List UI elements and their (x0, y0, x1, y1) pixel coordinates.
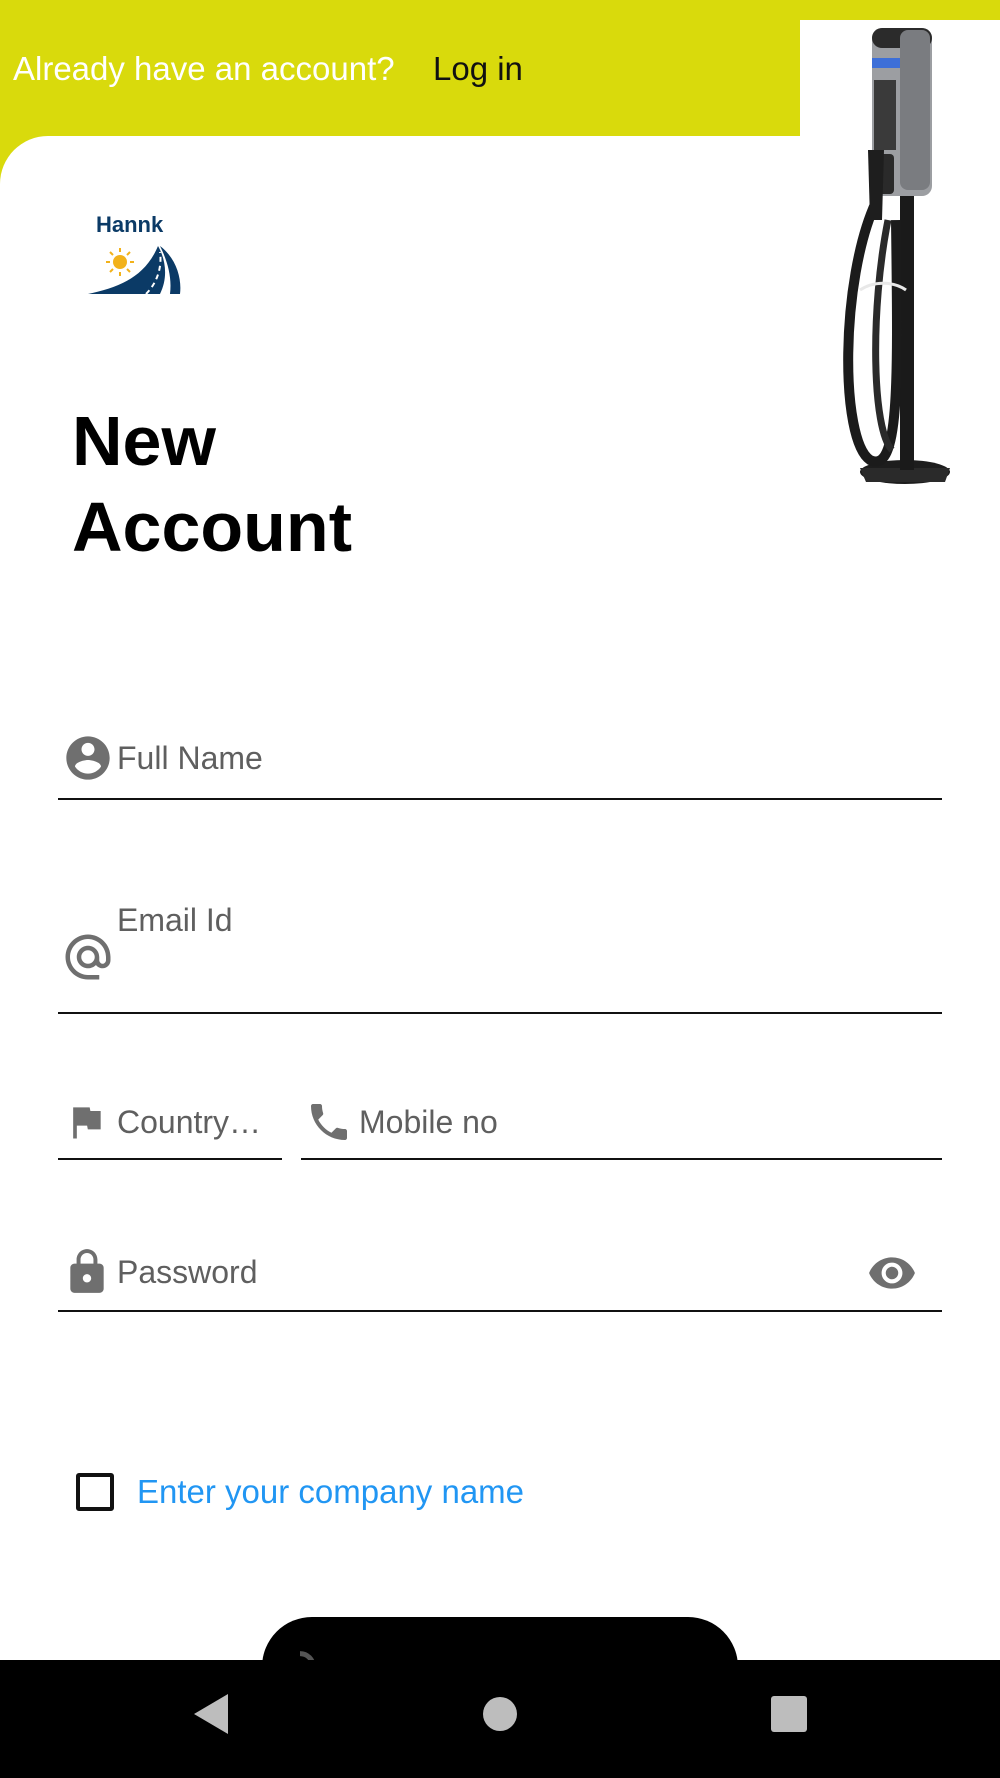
back-icon[interactable] (188, 1690, 232, 1738)
hannk-logo: Hannk (88, 212, 181, 295)
login-link[interactable]: Log in (433, 50, 523, 88)
country-placeholder: Country… (117, 1104, 262, 1140)
svg-text:Hannk: Hannk (96, 212, 164, 237)
account-circle-icon (66, 736, 110, 780)
company-checkbox-label[interactable]: Enter your company name (137, 1473, 524, 1511)
full-name-placeholder: Full Name (117, 740, 263, 776)
email-label: Email Id (117, 902, 233, 938)
lock-icon (70, 1249, 104, 1293)
mobile-underline (301, 1158, 942, 1160)
flag-icon (73, 1107, 101, 1139)
country-code-field[interactable]: Country… (58, 1090, 282, 1160)
ev-charger-illustration (800, 20, 1000, 498)
full-name-field[interactable]: Full Name (58, 722, 942, 800)
mobile-field[interactable]: Mobile no (301, 1090, 942, 1160)
system-navigation-bar (0, 1660, 1000, 1778)
page-title-line2: Account (72, 488, 352, 566)
email-underline (58, 1012, 942, 1014)
email-field[interactable]: Email Id (58, 896, 942, 1014)
at-sign-icon (65, 934, 111, 980)
page-title: New Account (72, 398, 352, 570)
password-placeholder: Password (117, 1254, 258, 1290)
password-field[interactable]: Password (58, 1238, 942, 1312)
page-title-line1: New (72, 402, 216, 480)
full-name-underline (58, 798, 942, 800)
phone-icon (311, 1104, 347, 1140)
company-checkbox[interactable] (76, 1473, 114, 1511)
eye-icon[interactable] (864, 1248, 920, 1298)
country-underline (58, 1158, 282, 1160)
recents-icon[interactable] (769, 1690, 809, 1738)
already-have-account-text: Already have an account? (13, 50, 395, 87)
mobile-placeholder: Mobile no (359, 1104, 498, 1140)
home-icon[interactable] (480, 1690, 520, 1738)
password-underline (58, 1310, 942, 1312)
